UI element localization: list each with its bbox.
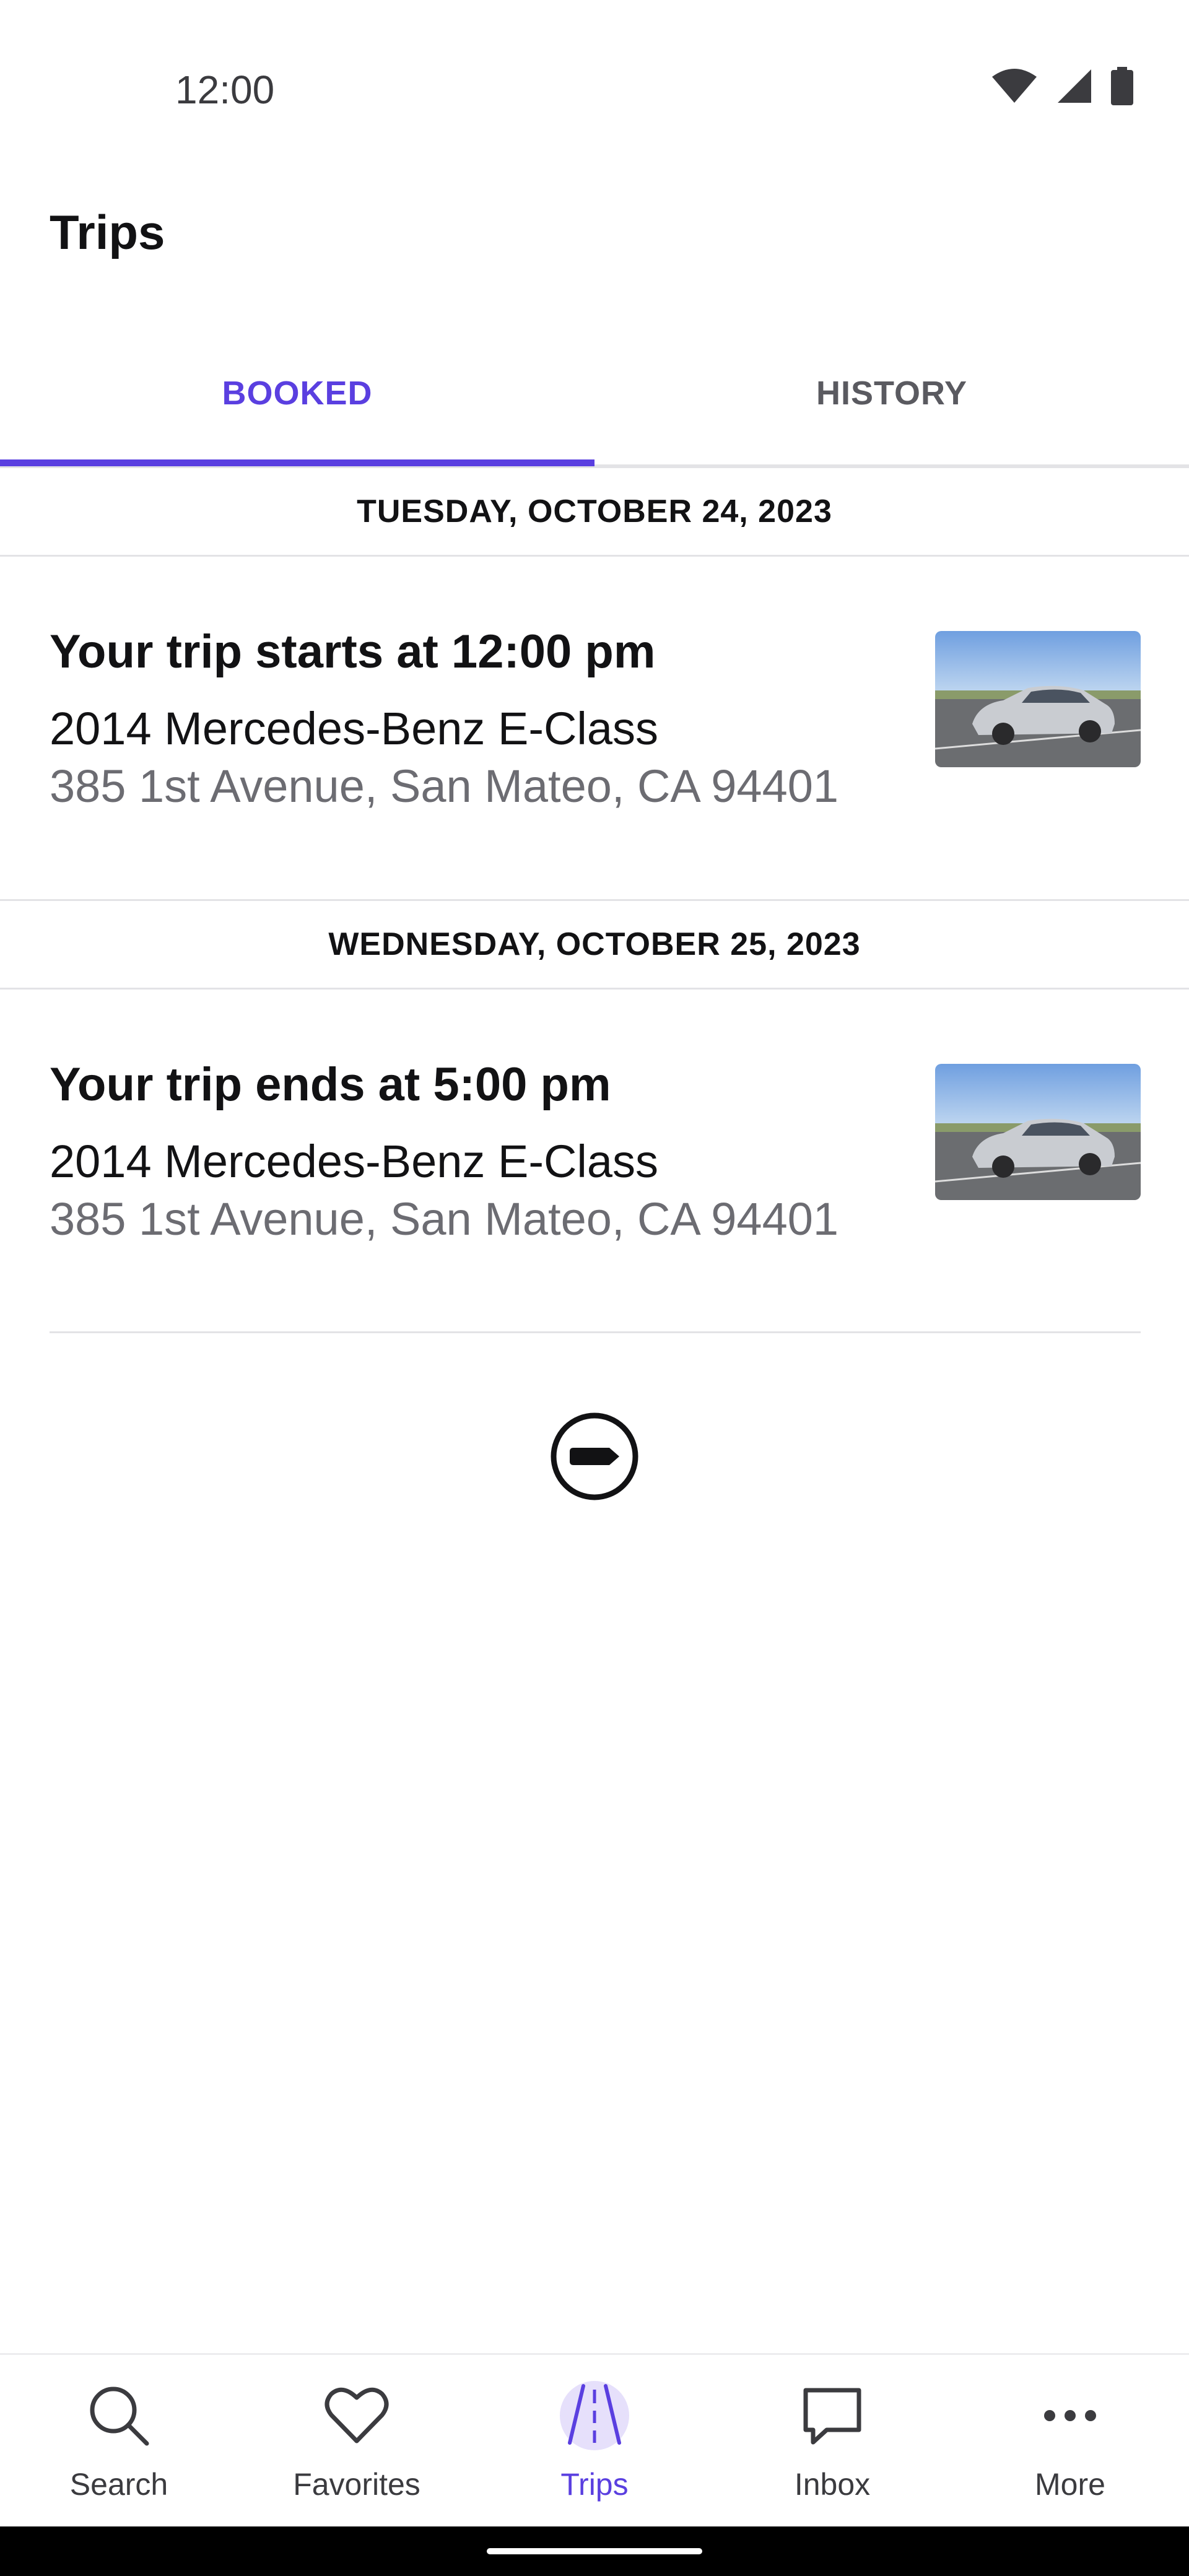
road-icon xyxy=(557,2378,632,2453)
nav-more[interactable]: More xyxy=(951,2355,1189,2528)
nav-inbox[interactable]: Inbox xyxy=(713,2355,951,2528)
trip-address: 385 1st Avenue, San Mateo, CA 94401 xyxy=(50,1193,839,1245)
trip-address: 385 1st Avenue, San Mateo, CA 94401 xyxy=(50,760,839,812)
chat-icon xyxy=(795,2378,869,2453)
status-bar: 12:00 xyxy=(0,0,1189,186)
date-header: WEDNESDAY, OCTOBER 25, 2023 xyxy=(0,899,1189,990)
trip-card[interactable]: Your trip ends at 5:00 pm 2014 Mercedes-… xyxy=(0,990,1189,1330)
trip-card[interactable]: Your trip starts at 12:00 pm 2014 Merced… xyxy=(0,557,1189,897)
date-header: TUESDAY, OCTOBER 24, 2023 xyxy=(0,466,1189,557)
nav-search[interactable]: Search xyxy=(0,2355,238,2528)
tab-booked[interactable]: BOOKED xyxy=(0,322,594,466)
signal-icon xyxy=(1058,69,1091,103)
nav-trips[interactable]: Trips xyxy=(476,2355,713,2528)
status-icons xyxy=(991,67,1133,105)
car-thumbnail xyxy=(935,631,1141,767)
page-title: Trips xyxy=(50,205,165,259)
nav-favorites[interactable]: Favorites xyxy=(238,2355,476,2528)
search-icon xyxy=(82,2378,156,2453)
car-thumbnail xyxy=(935,1064,1141,1200)
trip-vehicle: 2014 Mercedes-Benz E-Class xyxy=(50,1136,658,1187)
home-indicator[interactable] xyxy=(487,2548,702,2554)
date-header-label: WEDNESDAY, OCTOBER 25, 2023 xyxy=(328,926,861,962)
nav-more-label: More xyxy=(1035,2467,1105,2502)
nav-favorites-label: Favorites xyxy=(293,2467,420,2502)
trip-title: Your trip starts at 12:00 pm xyxy=(50,625,656,678)
date-header-label: TUESDAY, OCTOBER 24, 2023 xyxy=(357,494,832,529)
bottom-navigation: Search Favorites Trips Inbox More xyxy=(0,2353,1189,2528)
more-icon xyxy=(1033,2378,1107,2453)
wifi-icon xyxy=(992,69,1037,103)
battery-icon xyxy=(1111,67,1133,105)
status-time: 12:00 xyxy=(175,67,275,112)
tab-booked-label: BOOKED xyxy=(222,375,373,412)
heart-icon xyxy=(320,2378,394,2453)
loading-spinner-icon xyxy=(550,1412,639,1501)
active-tab-indicator xyxy=(0,459,594,466)
tab-history[interactable]: HISTORY xyxy=(594,322,1189,464)
tab-history-label: HISTORY xyxy=(816,375,968,412)
nav-trips-label: Trips xyxy=(560,2467,629,2502)
tab-bar: BOOKED HISTORY xyxy=(0,322,1189,466)
nav-search-label: Search xyxy=(69,2467,168,2502)
trip-title: Your trip ends at 5:00 pm xyxy=(50,1058,611,1111)
trip-vehicle: 2014 Mercedes-Benz E-Class xyxy=(50,703,658,754)
nav-inbox-label: Inbox xyxy=(794,2467,871,2502)
list-divider xyxy=(50,1331,1141,1333)
